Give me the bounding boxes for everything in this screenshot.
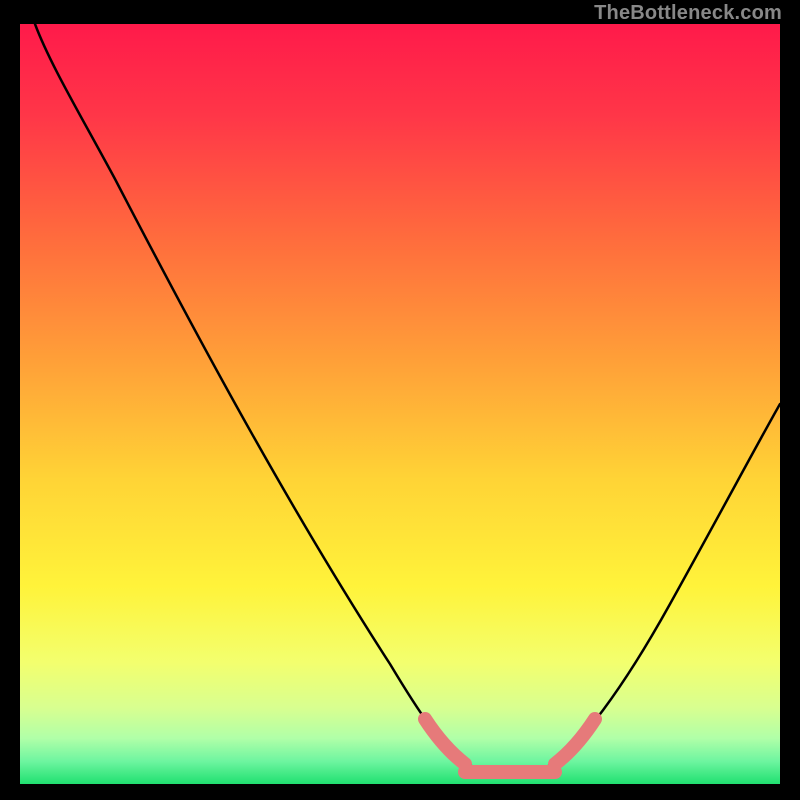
plot-area bbox=[20, 24, 780, 784]
chart-container: TheBottleneck.com bbox=[0, 0, 800, 800]
optimal-overlay-left bbox=[425, 719, 465, 764]
optimal-overlay-right bbox=[555, 719, 595, 764]
watermark-text: TheBottleneck.com bbox=[594, 2, 782, 25]
bottleneck-curve bbox=[35, 24, 780, 776]
chart-svg bbox=[20, 24, 780, 784]
